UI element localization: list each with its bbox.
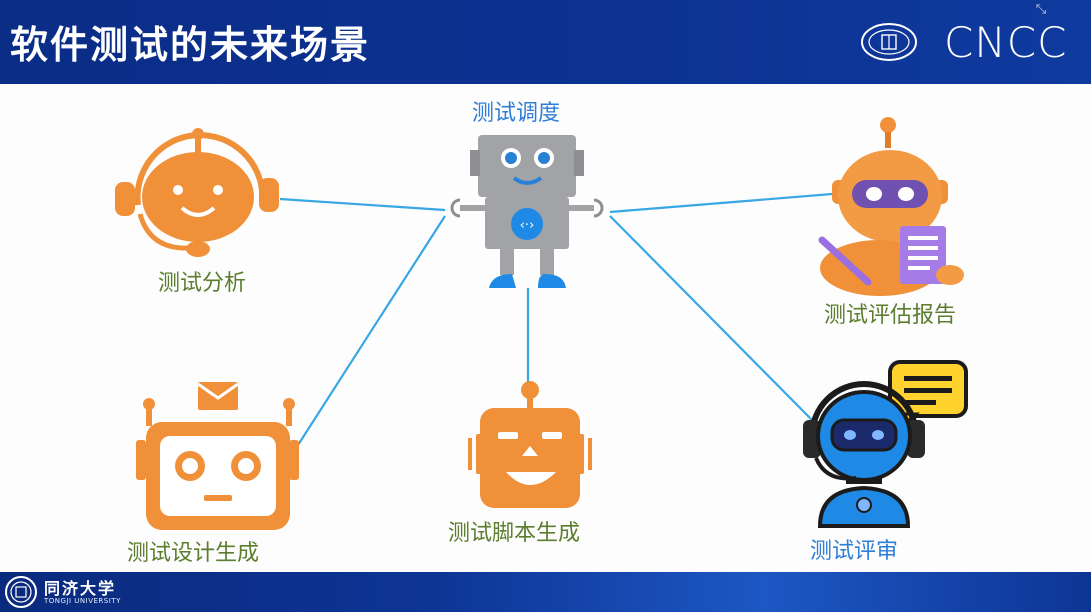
tongji-seal-icon	[5, 576, 37, 608]
slide-footer: 同济大学 TONGJI UNIVERSITY	[0, 572, 1091, 612]
square-robot-icon	[468, 381, 592, 508]
edge-center-analysis	[279, 197, 446, 212]
footer-org-name: 同济大学	[44, 579, 117, 598]
svg-text:‹·›: ‹·›	[520, 218, 535, 233]
edge-center-design	[297, 215, 446, 446]
edge-center-review	[609, 215, 813, 421]
node-label-review: 测试评审	[810, 539, 899, 564]
footer-org-name-en: TONGJI UNIVERSITY	[44, 597, 121, 605]
edge-center-report	[609, 192, 833, 214]
node-label-report: 测试评估报告	[824, 303, 957, 328]
node-label-analysis: 测试分析	[158, 271, 247, 296]
headset-robot-icon	[115, 128, 279, 257]
robot-with-document-icon	[818, 117, 964, 296]
support-robot-with-speech-bubble-icon	[803, 360, 968, 528]
node-label-script: 测试脚本生成	[448, 521, 581, 546]
gray-robot-icon: ‹·›	[450, 135, 604, 288]
node-label-design: 测试设计生成	[127, 541, 260, 566]
node-label-center: 测试调度	[472, 101, 561, 126]
mail-robot-icon	[136, 382, 299, 530]
slide: 软件测试的未来场景 CNCC ⤡ ‹·› 测试调度 测试分析 测试设计生成 测试…	[0, 0, 1091, 612]
